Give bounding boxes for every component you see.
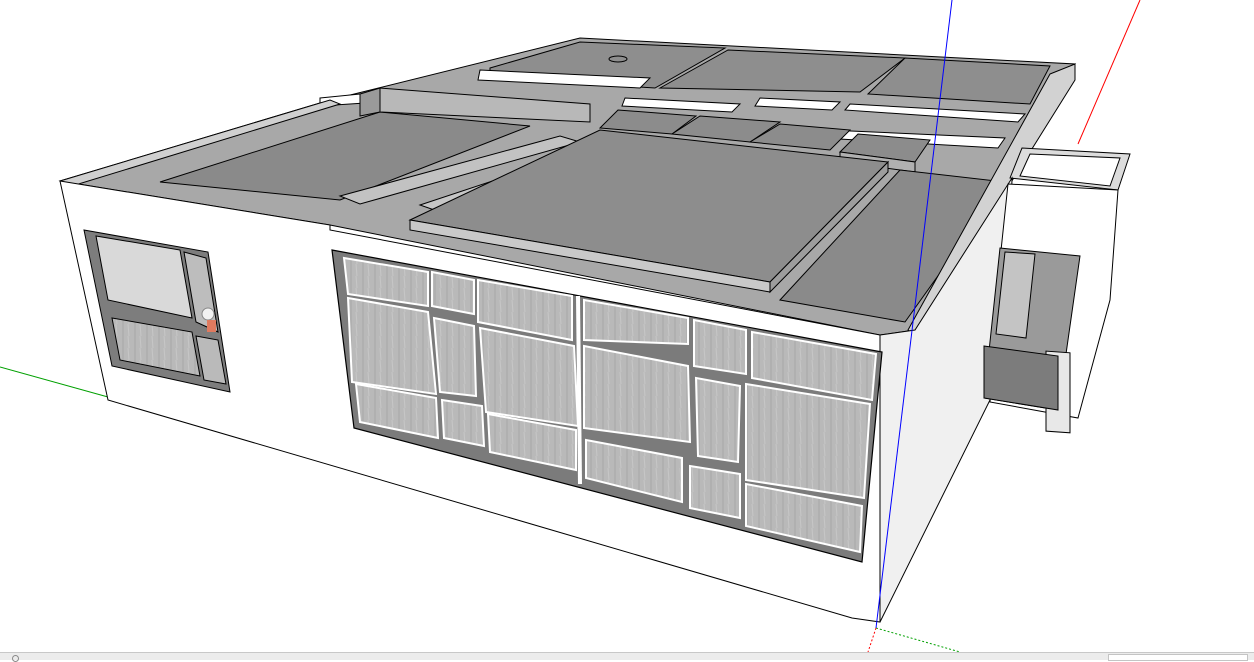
curtain-wall-mullion (576, 295, 582, 485)
lamp-icon (201, 307, 215, 321)
model-canvas[interactable] (0, 0, 1254, 652)
green-axis (0, 366, 109, 398)
glass-pane[interactable] (440, 398, 486, 448)
model-viewport[interactable] (0, 0, 1254, 652)
vase-icon (207, 320, 216, 332)
glass-pane[interactable] (745, 382, 872, 500)
status-bar (0, 652, 1254, 662)
app-window (0, 0, 1254, 662)
glass-pane[interactable] (694, 376, 742, 464)
glass-pane[interactable] (693, 318, 747, 376)
red-axis (1077, 0, 1141, 145)
glass-pane[interactable] (689, 464, 741, 520)
glass-pane[interactable] (431, 270, 475, 316)
red-axis-dotted (867, 627, 877, 652)
green-axis-dotted (875, 627, 961, 652)
glass-pane[interactable] (432, 316, 478, 398)
status-icon[interactable] (12, 655, 19, 662)
glass-pane[interactable] (346, 296, 438, 396)
